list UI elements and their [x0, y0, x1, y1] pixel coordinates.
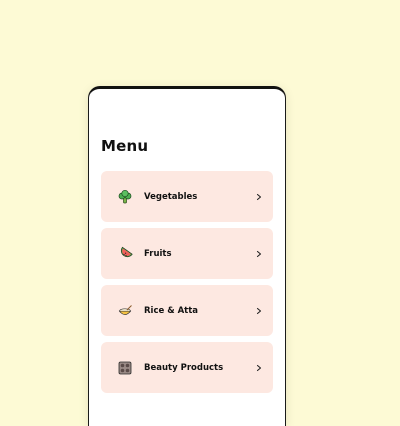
menu-item-label: Rice & Atta [144, 305, 199, 316]
menu-item-label: Vegetables [144, 191, 198, 202]
chevron-right-icon [255, 193, 263, 201]
menu-item-label: Fruits [144, 248, 172, 259]
menu-item-vegetables[interactable]: Vegetables [101, 171, 273, 222]
menu-item-label: Beauty Products [144, 362, 224, 373]
menu-item-beauty-products[interactable]: Beauty Products [101, 342, 273, 393]
menu-item-rice-atta[interactable]: Rice & Atta [101, 285, 273, 336]
broccoli-icon [117, 189, 133, 205]
chevron-right-icon [255, 307, 263, 315]
page-title: Menu [101, 137, 149, 155]
chevron-right-icon [255, 364, 263, 372]
menu-item-fruits[interactable]: Fruits [101, 228, 273, 279]
chevron-right-icon [255, 250, 263, 258]
watermelon-icon [117, 246, 133, 262]
rice-bowl-icon [117, 303, 133, 319]
makeup-palette-icon [117, 360, 133, 376]
phone-frame: Menu Vegetables Fruits Rice & Atta Beaut… [88, 86, 286, 426]
